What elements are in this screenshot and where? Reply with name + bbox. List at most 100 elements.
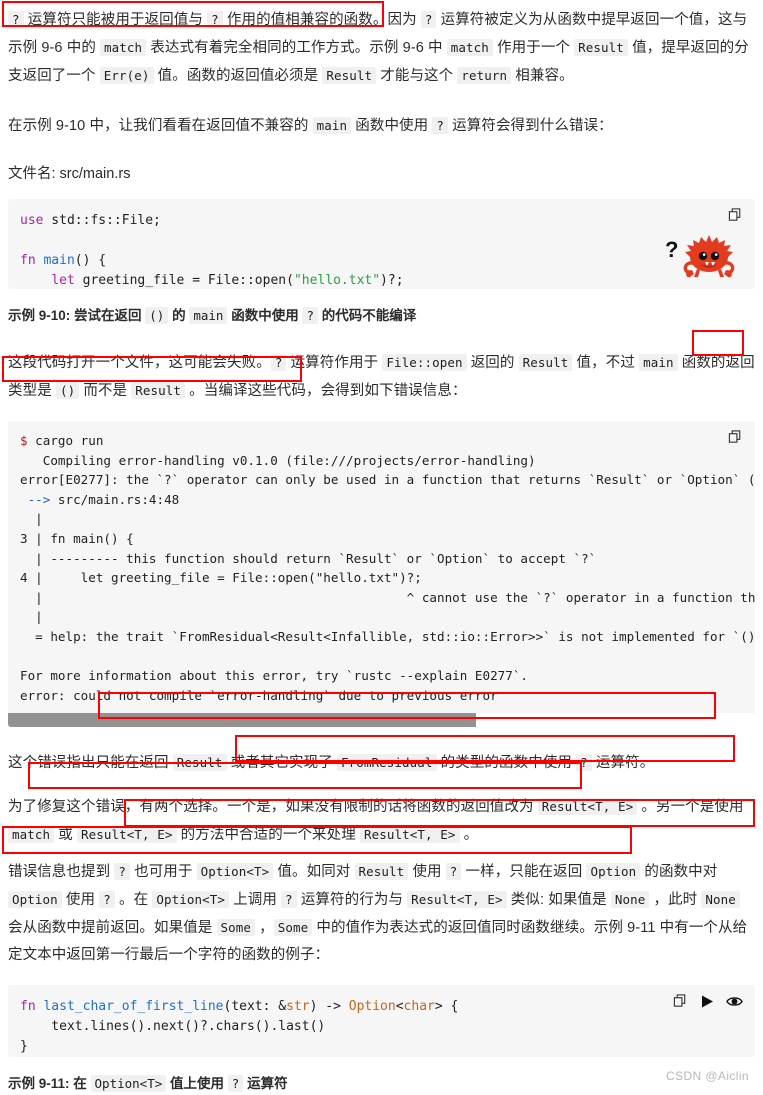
text: 返回的 [466,355,519,371]
text: 如果值是 [544,892,611,909]
text: 相兼容。 [511,68,574,84]
inline-code: Option<T> [90,1075,167,1093]
text: 当编译这些代码，会得到如下错误信息： [203,383,467,399]
code-token: greeting_file = File::open( [74,273,294,288]
code-token: () { [74,253,107,268]
code-token: error: could not compile `error-handling… [20,687,498,703]
text: 的类型的函数中使用 [436,755,577,772]
text: 这个错误指出 [8,755,96,772]
text: 因为 [387,12,421,28]
question-mark-glyph: ? [665,237,679,262]
inline-code: Option<T> [152,891,229,909]
inline-code: match [8,826,55,844]
inline-code: match [100,39,147,56]
text: ，此时 [649,892,702,909]
text: 也可用于 [129,864,197,881]
inline-code: ? [99,891,115,909]
inline-code: main [639,354,678,371]
code-block-rust-option: fn last_char_of_first_line(text: &str) -… [8,985,755,1058]
text: 这段代码打开一个文件，这可能会失败。 [8,355,271,371]
text: 示例 9-10: 尝试在返回 [8,308,146,323]
text: 值。如同对 [273,864,355,881]
code-token: (text: & [223,999,287,1015]
filename-label: 文件名: src/main.rs [8,166,131,182]
text: 运算符会得到什么错误： [448,118,613,134]
inline-code: ? [8,11,24,28]
inline-code: Option<T> [196,863,274,881]
inline-code: Result<T, E> [407,891,507,909]
copy-icon[interactable] [673,993,688,1009]
inline-code: Option [8,891,62,909]
code-token: std::fs::File; [43,213,161,228]
text: 表达式有着完全相同的工作方式。示例 9-6 中 [146,40,447,56]
text: 为了修复这个错误，有两个选择。 [8,799,227,816]
code-content-2: fn last_char_of_first_line(text: &str) -… [20,997,741,1057]
annotated-text: 一个是，如果没有限制的话将函数的返回值改为 [227,799,538,816]
inline-code: File::open [382,354,467,371]
code-token: 3 | fn main() { [20,530,134,546]
paragraph-4: 这个错误指出只能在返回 Result 或者其它实现了 FromResidual … [8,749,755,777]
code-token: fn [20,999,36,1015]
inline-code: Err(e) [99,67,154,84]
inline-code: () [55,382,80,399]
code-token: | [20,511,43,527]
text: 作用的值相兼容的函数。 [222,12,388,28]
inline-code: Result<T, E> [359,826,460,844]
eye-icon[interactable] [726,994,743,1009]
inline-code: ? [576,754,592,772]
figure-caption-9-11: 示例 9-11: 在 Option<T> 值上使用 ? 运算符 [8,1073,755,1095]
terminal-content: $ cargo run Compiling error-handling v0.… [8,431,755,705]
text: ， [255,920,274,937]
inline-code: Result<T, E> [537,798,638,816]
text: 运算符。 [591,755,655,772]
code-token: main [43,253,75,268]
code-token: text.lines().next()?.chars().last() [20,1019,326,1035]
text: 。 [185,383,204,399]
code-token: < [395,999,404,1015]
code-token: )?; [380,273,404,288]
inline-code: ? [432,117,449,134]
horizontal-scrollbar-thumb[interactable] [8,713,476,728]
inline-code: None [610,891,650,909]
text: 运算符 [243,1076,288,1092]
text: 另一个是 [655,799,715,816]
code-block-toolbar [728,207,743,223]
inline-code: Result [322,67,377,84]
paragraph-3: 这段代码打开一个文件，这可能会失败。? 运算符作用于 File::open 返回… [8,349,755,405]
inline-code: return [457,67,512,84]
code-token: } [20,1039,28,1055]
code-token: Option [348,999,396,1015]
inline-code: main [312,117,352,134]
inline-code: Result [518,354,573,371]
copy-icon[interactable] [728,429,743,445]
csdn-watermark: CSDN @Aiclin [666,1069,749,1084]
code-token: cargo run [27,433,104,448]
inline-code: main [189,307,228,324]
paragraph-2: 在示例 9-10 中，让我们看看在返回值不兼容的 main 函数中使用 ? 运算… [8,112,755,140]
article-page: ? 运算符只能被用于返回值与 ? 作用的值相兼容的函数。因为 ? 运算符被定义为… [0,0,763,1095]
text: 或者其它实现了 [226,755,337,772]
inline-code: None [701,891,740,909]
code-token: use [20,213,44,228]
code-block-toolbar-2 [673,993,743,1009]
text: 函数中使用 [227,308,303,323]
code-token: let [51,273,75,288]
inline-code: Result [354,863,409,881]
text: 作用于一个 [492,40,575,56]
code-token: | [20,609,43,625]
text: 值，不过 [572,355,640,371]
run-icon[interactable] [700,994,714,1009]
text: 值。函数的返回值必须是 [153,68,323,84]
inline-code: ? [302,307,319,324]
code-block-rust-main: ? use std::fs::File; fn main() {let gre… [8,199,755,289]
text: 上调用 [228,892,282,909]
horizontal-scrollbar-track[interactable] [8,713,755,728]
copy-icon[interactable] [728,207,743,223]
annotated-text: 只能在返回 [95,755,173,772]
text: 。在 [114,892,153,909]
inline-code: ? [281,891,297,909]
inline-code: ? [227,1075,244,1093]
inline-code: Some [216,919,256,937]
code-token: | ^ cannot use the `?` operator in a fun… [35,589,755,605]
